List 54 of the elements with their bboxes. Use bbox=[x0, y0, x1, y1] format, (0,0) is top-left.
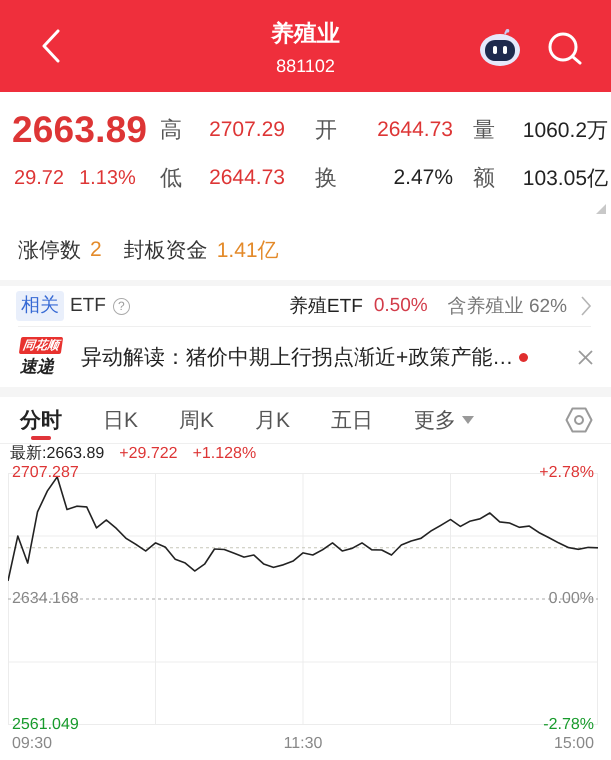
latest-price-label: 最新:2663.89 bbox=[10, 445, 104, 463]
related-tag: 相关 bbox=[16, 291, 64, 321]
axis-label: 2561.049 bbox=[12, 716, 79, 734]
stat-label: 高 bbox=[160, 116, 182, 144]
limit-up-label: 封板资金 bbox=[124, 238, 208, 264]
chart-change: +29.722 bbox=[119, 445, 178, 463]
stat-value: 2.47% bbox=[393, 166, 453, 190]
chart-tab[interactable]: 五日 bbox=[331, 397, 374, 443]
stat-value: 2644.73 bbox=[377, 118, 453, 142]
fund-change: 0.50% bbox=[374, 295, 428, 317]
brand-caption: 速递 bbox=[20, 356, 54, 378]
time-label: 15:00 bbox=[554, 735, 594, 753]
brand-tag: 同花顺 bbox=[18, 336, 64, 354]
settings-icon[interactable] bbox=[565, 407, 593, 433]
limit-up-value: 1.41亿 bbox=[216, 238, 279, 264]
etf-label: ETF bbox=[70, 295, 106, 317]
change-percent: 1.13% bbox=[79, 166, 136, 190]
fund-name[interactable]: 养殖ETF bbox=[288, 293, 363, 319]
stat-value: 2707.29 bbox=[209, 118, 285, 142]
stat-label: 低 bbox=[160, 164, 182, 192]
stat-label: 量 bbox=[473, 116, 495, 144]
chart-tab[interactable]: 月K bbox=[255, 397, 290, 443]
chart-tab[interactable]: 分时 bbox=[20, 397, 62, 443]
chevron-right-icon[interactable] bbox=[581, 296, 591, 316]
stat-label: 开 bbox=[315, 116, 337, 144]
axis-label: 2634.168 bbox=[12, 590, 79, 608]
limit-up-value: 2 bbox=[90, 238, 102, 262]
index-code: 881102 bbox=[276, 55, 335, 78]
axis-label: 2707.287 bbox=[12, 464, 79, 482]
chart-change-percent: +1.128% bbox=[192, 445, 256, 463]
holding-ratio: 含养殖业 62% bbox=[448, 295, 567, 319]
price-change: 29.72 bbox=[14, 166, 64, 190]
limit-up-label: 涨停数 bbox=[18, 238, 81, 264]
percent-label: -2.78% bbox=[543, 716, 594, 734]
time-label: 09:30 bbox=[12, 735, 52, 753]
page-title: 养殖业 bbox=[271, 19, 340, 48]
search-icon[interactable] bbox=[547, 31, 583, 65]
robot-icon[interactable] bbox=[479, 29, 521, 67]
close-icon[interactable] bbox=[578, 350, 593, 364]
stat-value: 2644.73 bbox=[209, 166, 285, 190]
expand-corner-icon[interactable] bbox=[596, 204, 606, 214]
chart-tab[interactable]: 日K bbox=[103, 397, 138, 443]
percent-label: +2.78% bbox=[539, 464, 594, 482]
stat-label: 换 bbox=[315, 164, 337, 192]
time-label: 11:30 bbox=[284, 735, 322, 753]
chart-tab[interactable]: 更多 bbox=[414, 397, 474, 443]
chart-tab[interactable]: 周K bbox=[179, 397, 214, 443]
news-headline[interactable]: 异动解读：猪价中期上行拐点渐近+政策产能… bbox=[81, 343, 514, 371]
stat-value: 103.05亿 bbox=[522, 166, 608, 192]
stat-label: 额 bbox=[473, 164, 495, 192]
chevron-left-icon[interactable] bbox=[41, 29, 61, 63]
stat-value: 1060.2万 bbox=[522, 118, 608, 144]
last-price: 2663.89 bbox=[12, 109, 148, 151]
percent-label: 0.00% bbox=[548, 590, 594, 608]
